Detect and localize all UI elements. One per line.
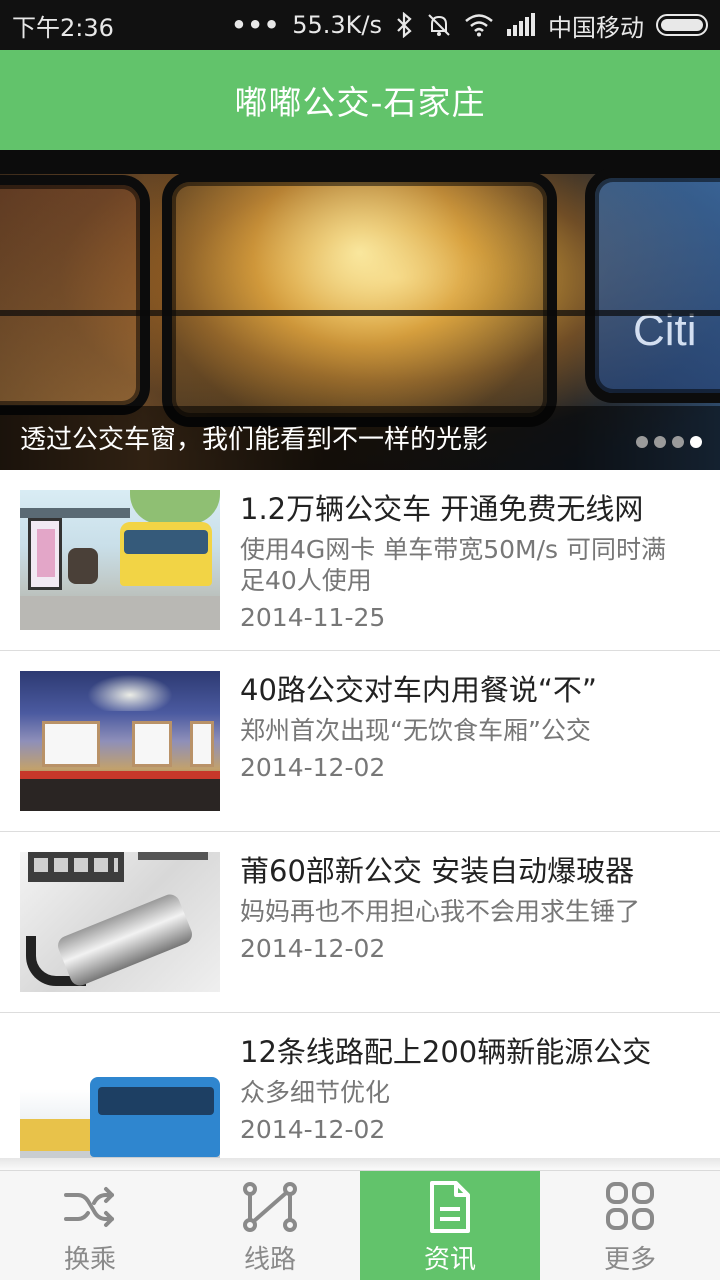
tab-label: 更多 [603,1245,656,1275]
news-text: 12条线路配上200辆新能源公交 众多细节优化 2014-12-02 [220,1033,700,1158]
news-desc: 众多细节优化 [240,1078,391,1107]
shuffle-icon [64,1187,114,1227]
tab-more[interactable]: 更多 [540,1171,720,1280]
list-bottom-shadow [0,1158,720,1170]
news-thumbnail [20,852,220,992]
news-date: 2014-12-02 [240,753,386,782]
carrier-name: 中国移动 [548,13,644,42]
news-desc: 郑州首次出现“无饮食车厢”公交 [240,716,591,745]
carousel-dot-active[interactable] [690,436,702,448]
news-desc: 使用4G网卡 单车带宽50M/s 可同时满足40人使用 [240,535,667,595]
news-title: 12条线路配上200辆新能源公交 [240,1035,652,1069]
tab-routes[interactable]: 线路 [180,1171,360,1280]
route-icon [243,1182,297,1232]
news-title: 莆60部新公交 安装自动爆玻器 [240,854,635,888]
carousel-indicator [636,436,702,448]
carousel-dot[interactable] [672,436,684,448]
news-thumbnail [20,490,220,630]
news-date: 2014-11-25 [240,603,386,632]
tab-transfer[interactable]: 换乘 [0,1171,180,1280]
more-dots-icon: ••• [231,11,281,39]
network-speed: 55.3K/s [292,11,382,39]
banner-carousel[interactable]: Citi 透过公交车窗，我们能看到不一样的光影 [0,150,720,470]
news-list[interactable]: 1.2万辆公交车 开通免费无线网 使用4G网卡 单车带宽50M/s 可同时满足4… [0,470,720,1158]
tab-label: 换乘 [63,1245,116,1275]
tab-news[interactable]: 资讯 [360,1171,540,1280]
news-item[interactable]: 40路公交对车内用餐说“不” 郑州首次出现“无饮食车厢”公交 2014-12-0… [0,651,720,832]
page-title: 嘟嘟公交-石家庄 [234,83,486,122]
battery-icon [656,14,708,36]
bottom-nav: 换乘 线路 资讯 更多 [0,1170,720,1280]
grid-icon [606,1182,654,1230]
window-rail [0,310,720,316]
mute-bell-icon [428,14,450,36]
status-right: ••• 55.3K/s 中国移动 [231,8,708,43]
carousel-dot[interactable] [654,436,666,448]
news-title: 1.2万辆公交车 开通免费无线网 [240,492,644,526]
tab-label: 线路 [243,1245,296,1275]
bus-window-right: Citi [585,168,720,403]
news-desc: 妈妈再也不用担心我不会用求生锤了 [240,897,641,926]
news-item[interactable]: 1.2万辆公交车 开通免费无线网 使用4G网卡 单车带宽50M/s 可同时满足4… [0,470,720,651]
document-icon [430,1181,470,1233]
bluetooth-icon [397,12,412,38]
news-date: 2014-12-02 [240,1115,386,1144]
news-text: 1.2万辆公交车 开通免费无线网 使用4G网卡 单车带宽50M/s 可同时满足4… [220,490,700,650]
news-text: 莆60部新公交 安装自动爆玻器 妈妈再也不用担心我不会用求生锤了 2014-12… [220,852,700,1012]
news-item[interactable]: 莆60部新公交 安装自动爆玻器 妈妈再也不用担心我不会用求生锤了 2014-12… [0,832,720,1013]
news-text: 40路公交对车内用餐说“不” 郑州首次出现“无饮食车厢”公交 2014-12-0… [220,671,700,831]
carousel-dot[interactable] [636,436,648,448]
status-time: 下午2:36 [12,13,114,42]
news-item[interactable]: 12条线路配上200辆新能源公交 众多细节优化 2014-12-02 [0,1013,720,1158]
banner-caption: 透过公交车窗，我们能看到不一样的光影 [20,425,489,455]
signal-icon [507,13,535,36]
bus-window-left [0,175,150,415]
tab-label: 资讯 [423,1245,476,1275]
app-bar: 嘟嘟公交-石家庄 [0,50,720,150]
wifi-icon [465,14,493,37]
news-date: 2014-12-02 [240,934,386,963]
news-thumbnail [20,671,220,811]
news-title: 40路公交对车内用餐说“不” [240,673,597,707]
bus-window-center [162,172,557,427]
status-bar: 下午2:36 ••• 55.3K/s 中国移动 [0,0,720,50]
news-thumbnail [20,1033,220,1158]
